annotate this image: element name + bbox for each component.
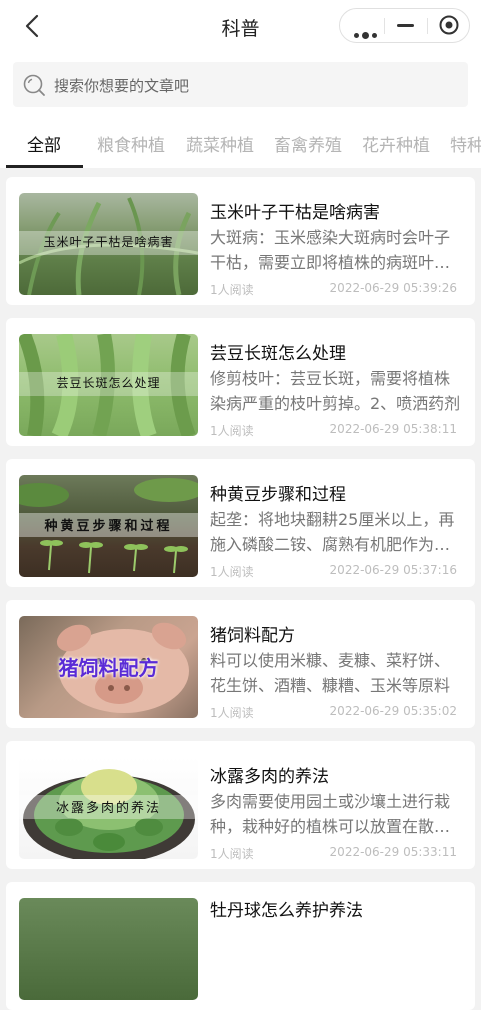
- tab-vegetable[interactable]: 蔬菜种植: [186, 131, 254, 156]
- article-card[interactable]: 牡丹球怎么养护养法: [6, 882, 475, 1010]
- article-card[interactable]: 玉米叶子干枯是啥病害 玉米叶子干枯是啥病害 大斑病：玉米感染大斑病时会叶子干枯，…: [6, 177, 475, 305]
- article-title: 冰露多肉的养法: [210, 767, 329, 787]
- article-date: 2022-06-29 05:33:11: [329, 845, 457, 859]
- article-summary: 多肉需要使用园土或沙壤土进行栽种，栽种好的植株可以放置在散光处: [210, 792, 451, 836]
- article-read-count: 1人阅读: [210, 283, 254, 297]
- close-button[interactable]: [427, 9, 470, 42]
- thumbnail-caption: 芸豆长斑怎么处理: [56, 376, 161, 390]
- article-read-count: 1人阅读: [210, 706, 254, 720]
- article-title: 玉米叶子干枯是啥病害: [210, 203, 380, 223]
- article-title: 芸豆长斑怎么处理: [210, 344, 346, 364]
- article-read-count: 1人阅读: [210, 847, 254, 861]
- thumbnail-caption: 种黄豆步骤和过程: [44, 519, 173, 534]
- article-read-count: 1人阅读: [210, 424, 254, 438]
- article-summary: 料可以使用米糠、麦糠、菜籽饼、花生饼、酒糟、糠糟、玉米等原料: [210, 651, 451, 695]
- article-thumbnail: 芸豆长斑怎么处理: [19, 334, 198, 436]
- active-tab-indicator: [6, 165, 83, 168]
- tab-grain[interactable]: 粮食种植: [97, 131, 165, 156]
- article-card[interactable]: 冰露多肉的养法 冰露多肉的养法 多肉需要使用园土或沙壤土进行栽种，栽种好的植株可…: [6, 741, 475, 869]
- article-thumbnail: 猪饲料配方: [19, 616, 198, 718]
- article-thumbnail: 种黄豆步骤和过程: [19, 475, 198, 577]
- article-card[interactable]: 种黄豆步骤和过程 种黄豆步骤和过程 起垄：将地块翻耕25厘米以上，再施入磷酸二铵…: [6, 459, 475, 587]
- tab-livestock[interactable]: 畜禽养殖: [274, 131, 342, 156]
- article-read-count: 1人阅读: [210, 565, 254, 579]
- article-thumbnail: 玉米叶子干枯是啥病害: [19, 193, 198, 295]
- article-title: 猪饲料配方: [210, 626, 295, 646]
- article-date: 2022-06-29 05:35:02: [329, 704, 457, 718]
- article-title: 种黄豆步骤和过程: [210, 485, 346, 505]
- article-date: 2022-06-29 05:39:26: [329, 281, 457, 295]
- search-icon: [23, 74, 45, 96]
- thumbnail-caption: 冰露多肉的养法: [55, 801, 161, 816]
- more-menu-button[interactable]: [342, 9, 385, 42]
- thumbnail-caption: 玉米叶子干枯是啥病害: [43, 235, 174, 249]
- article-summary: 修剪枝叶：芸豆长斑，需要将植株染病严重的枝叶剪掉。2、喷洒药剂: [210, 369, 461, 413]
- tab-special[interactable]: 特种: [450, 131, 481, 156]
- search-placeholder: 搜索你想要的文章吧: [54, 77, 190, 95]
- article-thumbnail: [19, 898, 198, 1000]
- more-dots-icon: [354, 23, 380, 42]
- article-card[interactable]: 芸豆长斑怎么处理 芸豆长斑怎么处理 修剪枝叶：芸豆长斑，需要将植株染病严重的枝叶…: [6, 318, 475, 446]
- search-input[interactable]: 搜索你想要的文章吧: [13, 62, 468, 107]
- article-card[interactable]: 猪饲料配方 猪饲料配方 料可以使用米糠、麦糠、菜籽饼、花生饼、酒糟、糠糟、玉米等…: [6, 600, 475, 728]
- tab-flower[interactable]: 花卉种植: [362, 131, 430, 156]
- tab-all[interactable]: 全部: [27, 131, 61, 156]
- article-date: 2022-06-29 05:38:11: [329, 422, 457, 436]
- article-title: 牡丹球怎么养护养法: [210, 901, 363, 921]
- minimize-button[interactable]: [384, 9, 427, 42]
- mini-program-capsule: [339, 8, 470, 43]
- minimize-icon: [397, 24, 414, 27]
- search-bar-container: 搜索你想要的文章吧: [0, 52, 481, 118]
- thumbnail-caption: 猪饲料配方: [58, 656, 159, 680]
- nav-bar: 科普: [0, 0, 481, 52]
- article-date: 2022-06-29 05:37:16: [329, 563, 457, 577]
- article-thumbnail: 冰露多肉的养法: [19, 757, 198, 859]
- close-target-icon: [439, 15, 459, 35]
- article-summary: 大斑病：玉米感染大斑病时会叶子干枯，需要立即将植株的病斑叶片摘除: [210, 228, 451, 272]
- article-summary: 起垄：将地块翻耕25厘米以上，再施入磷酸二铵、腐熟有机肥作为底肥: [210, 510, 455, 554]
- category-tabs: 全部 粮食种植 蔬菜种植 畜禽养殖 花卉种植 特种: [0, 118, 481, 168]
